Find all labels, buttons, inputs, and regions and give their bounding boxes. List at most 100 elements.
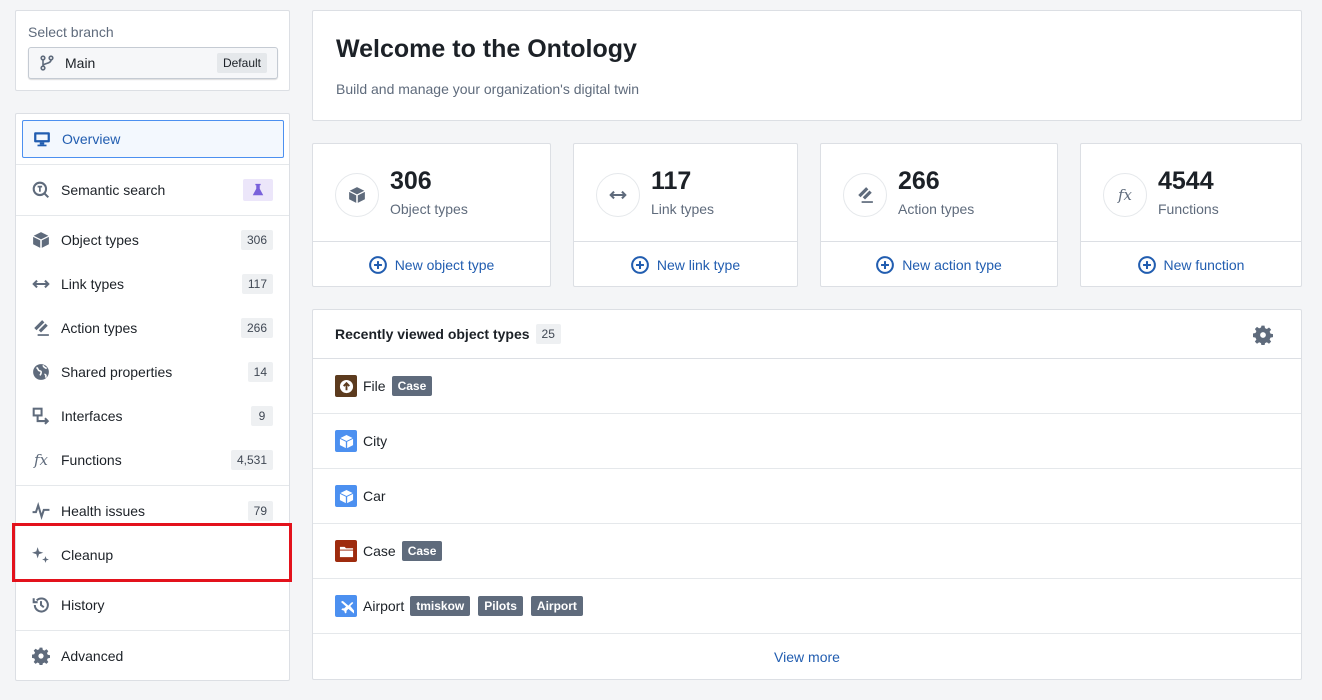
stat-card-object-types: 306 Object types New object type [312,143,551,287]
button-label: New link type [656,257,741,273]
cube-icon [335,173,379,217]
sidebar-item-overview[interactable]: Overview [22,120,284,158]
button-label: New object type [394,257,495,273]
sidebar-item-semantic-search[interactable]: Semantic search [16,168,289,212]
add-circle-icon [876,256,895,274]
list-item-city[interactable]: City [313,414,1301,469]
stat-card-link-types: 117 Link types New link type [573,143,798,287]
group-tag: Case [401,541,443,561]
sidebar-item-link-types[interactable]: Link types 117 [16,262,289,306]
sidebar-item-label: Health issues [61,503,146,519]
sidebar-item-shared-properties[interactable]: Shared properties 14 [16,350,289,394]
branch-panel: Select branch Main Default [15,10,290,91]
welcome-panel: Welcome to the Ontology Build and manage… [312,10,1302,121]
sparkles-icon [32,546,50,564]
airplane-icon [335,595,357,617]
sidebar-item-cleanup[interactable]: Cleanup [16,533,289,577]
arrows-horizontal-icon [596,173,640,217]
beaker-icon [252,183,264,196]
cube-icon [335,485,357,507]
stat-card-action-types: 266 Action types New action type [820,143,1058,287]
count-badge: 79 [247,501,273,521]
sidebar-item-functions[interactable]: fx Functions 4,531 [16,438,289,482]
sidebar-item-label: Semantic search [61,182,166,198]
list-item-file[interactable]: File Case [313,359,1301,414]
sidebar-item-label: Object types [61,232,139,248]
pulse-icon [32,502,50,520]
sidebar-item-label: Cleanup [61,547,114,563]
function-icon: fx [1103,173,1147,217]
stat-card-functions: fx 4544 Functions New function [1080,143,1302,287]
sidebar-item-history[interactable]: History [16,583,289,627]
stat-label: Action types [898,201,975,217]
action-icon [32,319,50,337]
list-item-car[interactable]: Car [313,469,1301,524]
stat-label: Functions [1158,201,1219,217]
branch-label: Select branch [28,24,114,40]
add-circle-icon [368,256,387,274]
stat-label: Object types [390,201,468,217]
upload-icon [335,375,357,397]
sidebar-item-label: History [61,597,105,613]
count-badge: 9 [251,406,273,426]
recently-viewed-panel: Recently viewed object types 25 File Cas… [312,309,1302,680]
sidebar-item-object-types[interactable]: Object types 306 [16,218,289,262]
settings-gear-icon[interactable] [1253,325,1273,345]
sidebar-item-label: Overview [62,131,121,147]
list-item-airport[interactable]: Airport tmiskow Pilots Airport [313,579,1301,634]
divider [16,485,289,486]
group-tag: tmiskow [410,596,471,616]
object-type-name: Airport [363,598,405,614]
recently-viewed-header: Recently viewed object types 25 [313,310,1301,359]
stat-value: 266 [898,167,940,195]
divider [16,630,289,631]
desktop-icon [33,130,51,148]
page-subtitle: Build and manage your organization's dig… [336,81,640,97]
object-type-name: File [363,378,386,394]
sidebar-item-label: Shared properties [61,364,173,380]
count-badge: 14 [247,362,273,382]
add-circle-icon [1137,256,1156,274]
count-badge: 25 [535,324,561,344]
new-action-type-button[interactable]: New action type [821,243,1057,287]
group-tag: Airport [530,596,583,616]
group-tag: Case [391,376,433,396]
object-type-name: City [363,433,388,449]
history-icon [32,596,50,614]
section-title: Recently viewed object types [335,326,530,342]
globe-icon [32,363,50,381]
divider [16,215,289,216]
object-type-name: Car [363,488,386,504]
count-badge: 4,531 [230,450,273,470]
object-type-name: Case [363,543,396,559]
new-function-button[interactable]: New function [1081,243,1301,287]
branch-name: Main [65,55,96,71]
button-label: New function [1163,257,1245,273]
sidebar-item-action-types[interactable]: Action types 266 [16,306,289,350]
arrows-horizontal-icon [32,275,50,293]
new-object-type-button[interactable]: New object type [313,243,550,287]
stat-label: Link types [651,201,715,217]
sidebar-item-label: Link types [61,276,125,292]
cube-icon [335,430,357,452]
count-badge: 306 [240,230,273,250]
stat-value: 4544 [1158,167,1214,195]
branch-default-tag: Default [216,53,267,73]
list-item-case[interactable]: Case Case [313,524,1301,579]
new-link-type-button[interactable]: New link type [574,243,797,287]
cog-icon [32,647,50,665]
sidebar-item-interfaces[interactable]: Interfaces 9 [16,394,289,438]
sidebar-nav: Overview Semantic search Object types 30… [15,113,290,681]
stat-value: 117 [651,167,692,195]
sidebar-item-advanced[interactable]: Advanced [16,634,289,678]
page-title: Welcome to the Ontology [336,35,637,63]
sidebar-item-health-issues[interactable]: Health issues 79 [16,489,289,533]
git-branch-icon [40,55,54,71]
sidebar-item-label: Interfaces [61,408,123,424]
semantic-search-icon [32,181,50,199]
view-more-link[interactable]: View more [313,635,1301,679]
beta-badge [243,179,273,201]
divider [16,164,289,165]
stat-value: 306 [390,167,432,195]
branch-select[interactable]: Main Default [28,47,278,79]
